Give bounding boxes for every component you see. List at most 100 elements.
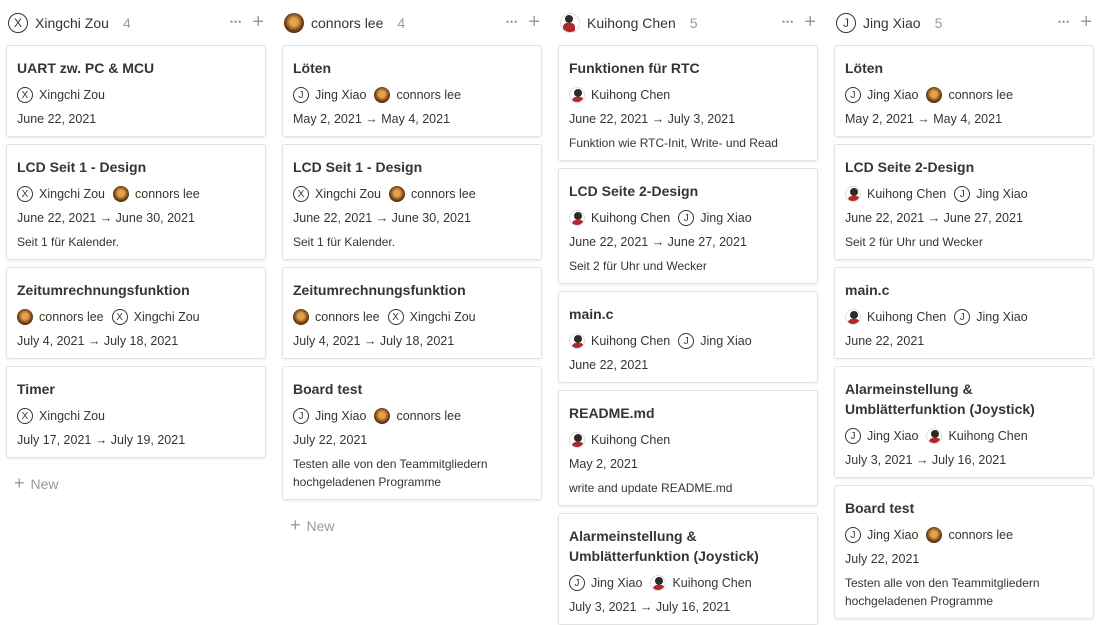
task-card[interactable]: Alarmeinstellung & Umblätterfunktion (Jo… xyxy=(558,513,818,625)
assignee-name: Kuihong Chen xyxy=(591,88,671,102)
assignee-name: connors lee xyxy=(315,310,380,324)
avatar-initial: J xyxy=(293,408,309,424)
column-count: 5 xyxy=(689,14,698,31)
assignee: connors lee xyxy=(374,87,461,103)
card-title: LCD Seite 2-Design xyxy=(569,183,699,199)
assignee-name: Jing Xiao xyxy=(976,187,1028,201)
task-card[interactable]: UART zw. PC & MCU X Xingchi Zou June 22, 20… xyxy=(6,45,266,137)
assignee-name: Kuihong Chen xyxy=(672,576,752,590)
avatar-initial: J xyxy=(836,12,856,33)
assignee: connors lee xyxy=(17,309,104,325)
assignee: connors lee xyxy=(926,87,1013,103)
assignee-name: Xingchi Zou xyxy=(133,310,200,324)
avatar-initial: J xyxy=(845,87,861,103)
avatar-photo xyxy=(284,12,304,33)
card-date: July 3, 2021 → July 16, 2021 xyxy=(845,453,1007,467)
card-title: Alarmeinstellung & Umblätterfunktion (Jo… xyxy=(569,528,759,564)
card-description: Seit 1 für Kalender. xyxy=(293,235,396,249)
add-card-icon[interactable]: + xyxy=(1080,12,1092,32)
task-card[interactable]: Zeitumrechnungsfunktion connors lee X Xingc… xyxy=(282,267,542,359)
assignee-name: Jing Xiao xyxy=(867,88,919,102)
assignee: connors lee xyxy=(293,309,380,325)
task-card[interactable]: main.c Kuihong Chen J Jing Xiao June 22, 202… xyxy=(558,291,818,383)
card-date: July 4, 2021 → July 18, 2021 xyxy=(17,334,179,348)
task-card[interactable]: Board test J Jing Xiao connors lee July 22, … xyxy=(282,366,542,500)
assignee-name: connors lee xyxy=(396,88,462,102)
card-title: main.c xyxy=(569,306,614,322)
assignee-name: connors lee xyxy=(948,88,1014,102)
board-column: J Jing Xiao 5 ••• + Löten J Jing Xiao connors le… xyxy=(834,0,1096,619)
card-assignees: Kuihong Chen J Jing Xiao xyxy=(845,308,1083,326)
add-card-icon[interactable]: + xyxy=(528,12,540,32)
card-date: June 22, 2021 xyxy=(569,358,649,372)
card-title: Löten xyxy=(293,60,332,76)
assignee-name: Jing Xiao xyxy=(976,310,1028,324)
column-header[interactable]: Kuihong Chen 5 ••• + xyxy=(558,0,820,45)
task-card[interactable]: Board test J Jing Xiao connors lee July 22, … xyxy=(834,485,1094,619)
avatar-photo xyxy=(374,408,391,424)
new-card-button[interactable]: + New xyxy=(290,515,335,536)
assignee-name: Jing Xiao xyxy=(867,429,919,443)
avatar-photo xyxy=(389,186,406,202)
task-card[interactable]: main.c Kuihong Chen J Jing Xiao June 22, 202… xyxy=(834,267,1094,359)
avatar-photo xyxy=(569,210,585,226)
avatar-photo xyxy=(113,186,130,202)
more-options-icon[interactable]: ••• xyxy=(506,12,518,32)
assignee-name: Kuihong Chen xyxy=(591,211,671,225)
task-card[interactable]: Löten J Jing Xiao connors lee May 2, 2021 → … xyxy=(282,45,542,137)
assignee: X Xingchi Zou xyxy=(111,309,200,325)
assignee: J Jing Xiao xyxy=(845,527,918,543)
assignee: connors lee xyxy=(113,186,200,202)
assignee: J Jing Xiao xyxy=(678,210,752,226)
column-header[interactable]: J Jing Xiao 5 ••• + xyxy=(834,0,1096,45)
assignee: J Jing Xiao xyxy=(954,309,1028,325)
assignee-name: connors lee xyxy=(39,310,104,324)
column-header[interactable]: connors lee 4 ••• + xyxy=(282,0,544,45)
card-assignees: Kuihong Chen xyxy=(569,431,807,449)
assignee-name: Kuihong Chen xyxy=(948,429,1028,443)
card-assignees: Kuihong Chen J Jing Xiao xyxy=(569,332,807,350)
card-date: July 3, 2021 → July 16, 2021 xyxy=(569,600,731,614)
add-card-icon[interactable]: + xyxy=(804,12,816,32)
plus-icon: + xyxy=(290,515,301,535)
assignee-name: Jing Xiao xyxy=(315,409,367,423)
task-card[interactable]: Alarmeinstellung & Umblätterfunktion (Jo… xyxy=(834,366,1094,478)
task-card[interactable]: README.md Kuihong Chen May 2, 2021 write an… xyxy=(558,390,818,506)
card-title: LCD Seit 1 - Design xyxy=(293,159,423,175)
card-assignees: X Xingchi Zou connors lee xyxy=(17,185,255,203)
card-assignees: J Jing Xiao connors lee xyxy=(293,86,531,104)
more-options-icon[interactable]: ••• xyxy=(782,12,794,32)
card-title: Timer xyxy=(17,381,55,397)
assignee-name: connors lee xyxy=(396,409,462,423)
board-column: X Xingchi Zou 4 ••• + UART zw. PC & MCU X Xingc… xyxy=(6,0,268,493)
more-options-icon[interactable]: ••• xyxy=(230,12,242,32)
task-card[interactable]: LCD Seite 2-Design Kuihong Chen J Jing Xiao… xyxy=(834,144,1094,260)
task-card[interactable]: Löten J Jing Xiao connors lee May 2, 2021 → … xyxy=(834,45,1094,137)
assignee: J Jing Xiao xyxy=(845,87,918,103)
assignee-name: Jing Xiao xyxy=(591,576,643,590)
card-title: README.md xyxy=(569,405,655,421)
assignee-name: Jing Xiao xyxy=(315,88,367,102)
card-date: June 22, 2021 → June 27, 2021 xyxy=(845,211,1023,225)
new-card-button[interactable]: + New xyxy=(14,473,59,494)
assignee: Kuihong Chen xyxy=(845,186,946,202)
task-card[interactable]: LCD Seit 1 - Design X Xingchi Zou connors l… xyxy=(282,144,542,260)
assignee-name: Kuihong Chen xyxy=(591,433,671,447)
assignee: X Xingchi Zou xyxy=(17,186,105,202)
task-card[interactable]: Timer X Xingchi Zou July 17, 2021 → July 19… xyxy=(6,366,266,458)
avatar-initial: J xyxy=(569,575,585,591)
task-card[interactable]: LCD Seit 1 - Design X Xingchi Zou connors l… xyxy=(6,144,266,260)
assignee: Kuihong Chen xyxy=(569,432,670,448)
task-card[interactable]: Zeitumrechnungsfunktion connors lee X Xingc… xyxy=(6,267,266,359)
add-card-icon[interactable]: + xyxy=(252,12,264,32)
card-title: Löten xyxy=(845,60,884,76)
avatar-photo xyxy=(926,87,943,103)
card-description: write and update README.md xyxy=(569,481,733,495)
avatar-initial: X xyxy=(8,12,28,33)
task-card[interactable]: LCD Seite 2-Design Kuihong Chen J Jing Xiao… xyxy=(558,168,818,284)
column-header[interactable]: X Xingchi Zou 4 ••• + xyxy=(6,0,268,45)
card-date: June 22, 2021 xyxy=(17,112,97,126)
more-options-icon[interactable]: ••• xyxy=(1058,12,1070,32)
task-card[interactable]: Funktionen für RTC Kuihong Chen June 22, 2… xyxy=(558,45,818,161)
assignee: Kuihong Chen xyxy=(569,87,670,103)
